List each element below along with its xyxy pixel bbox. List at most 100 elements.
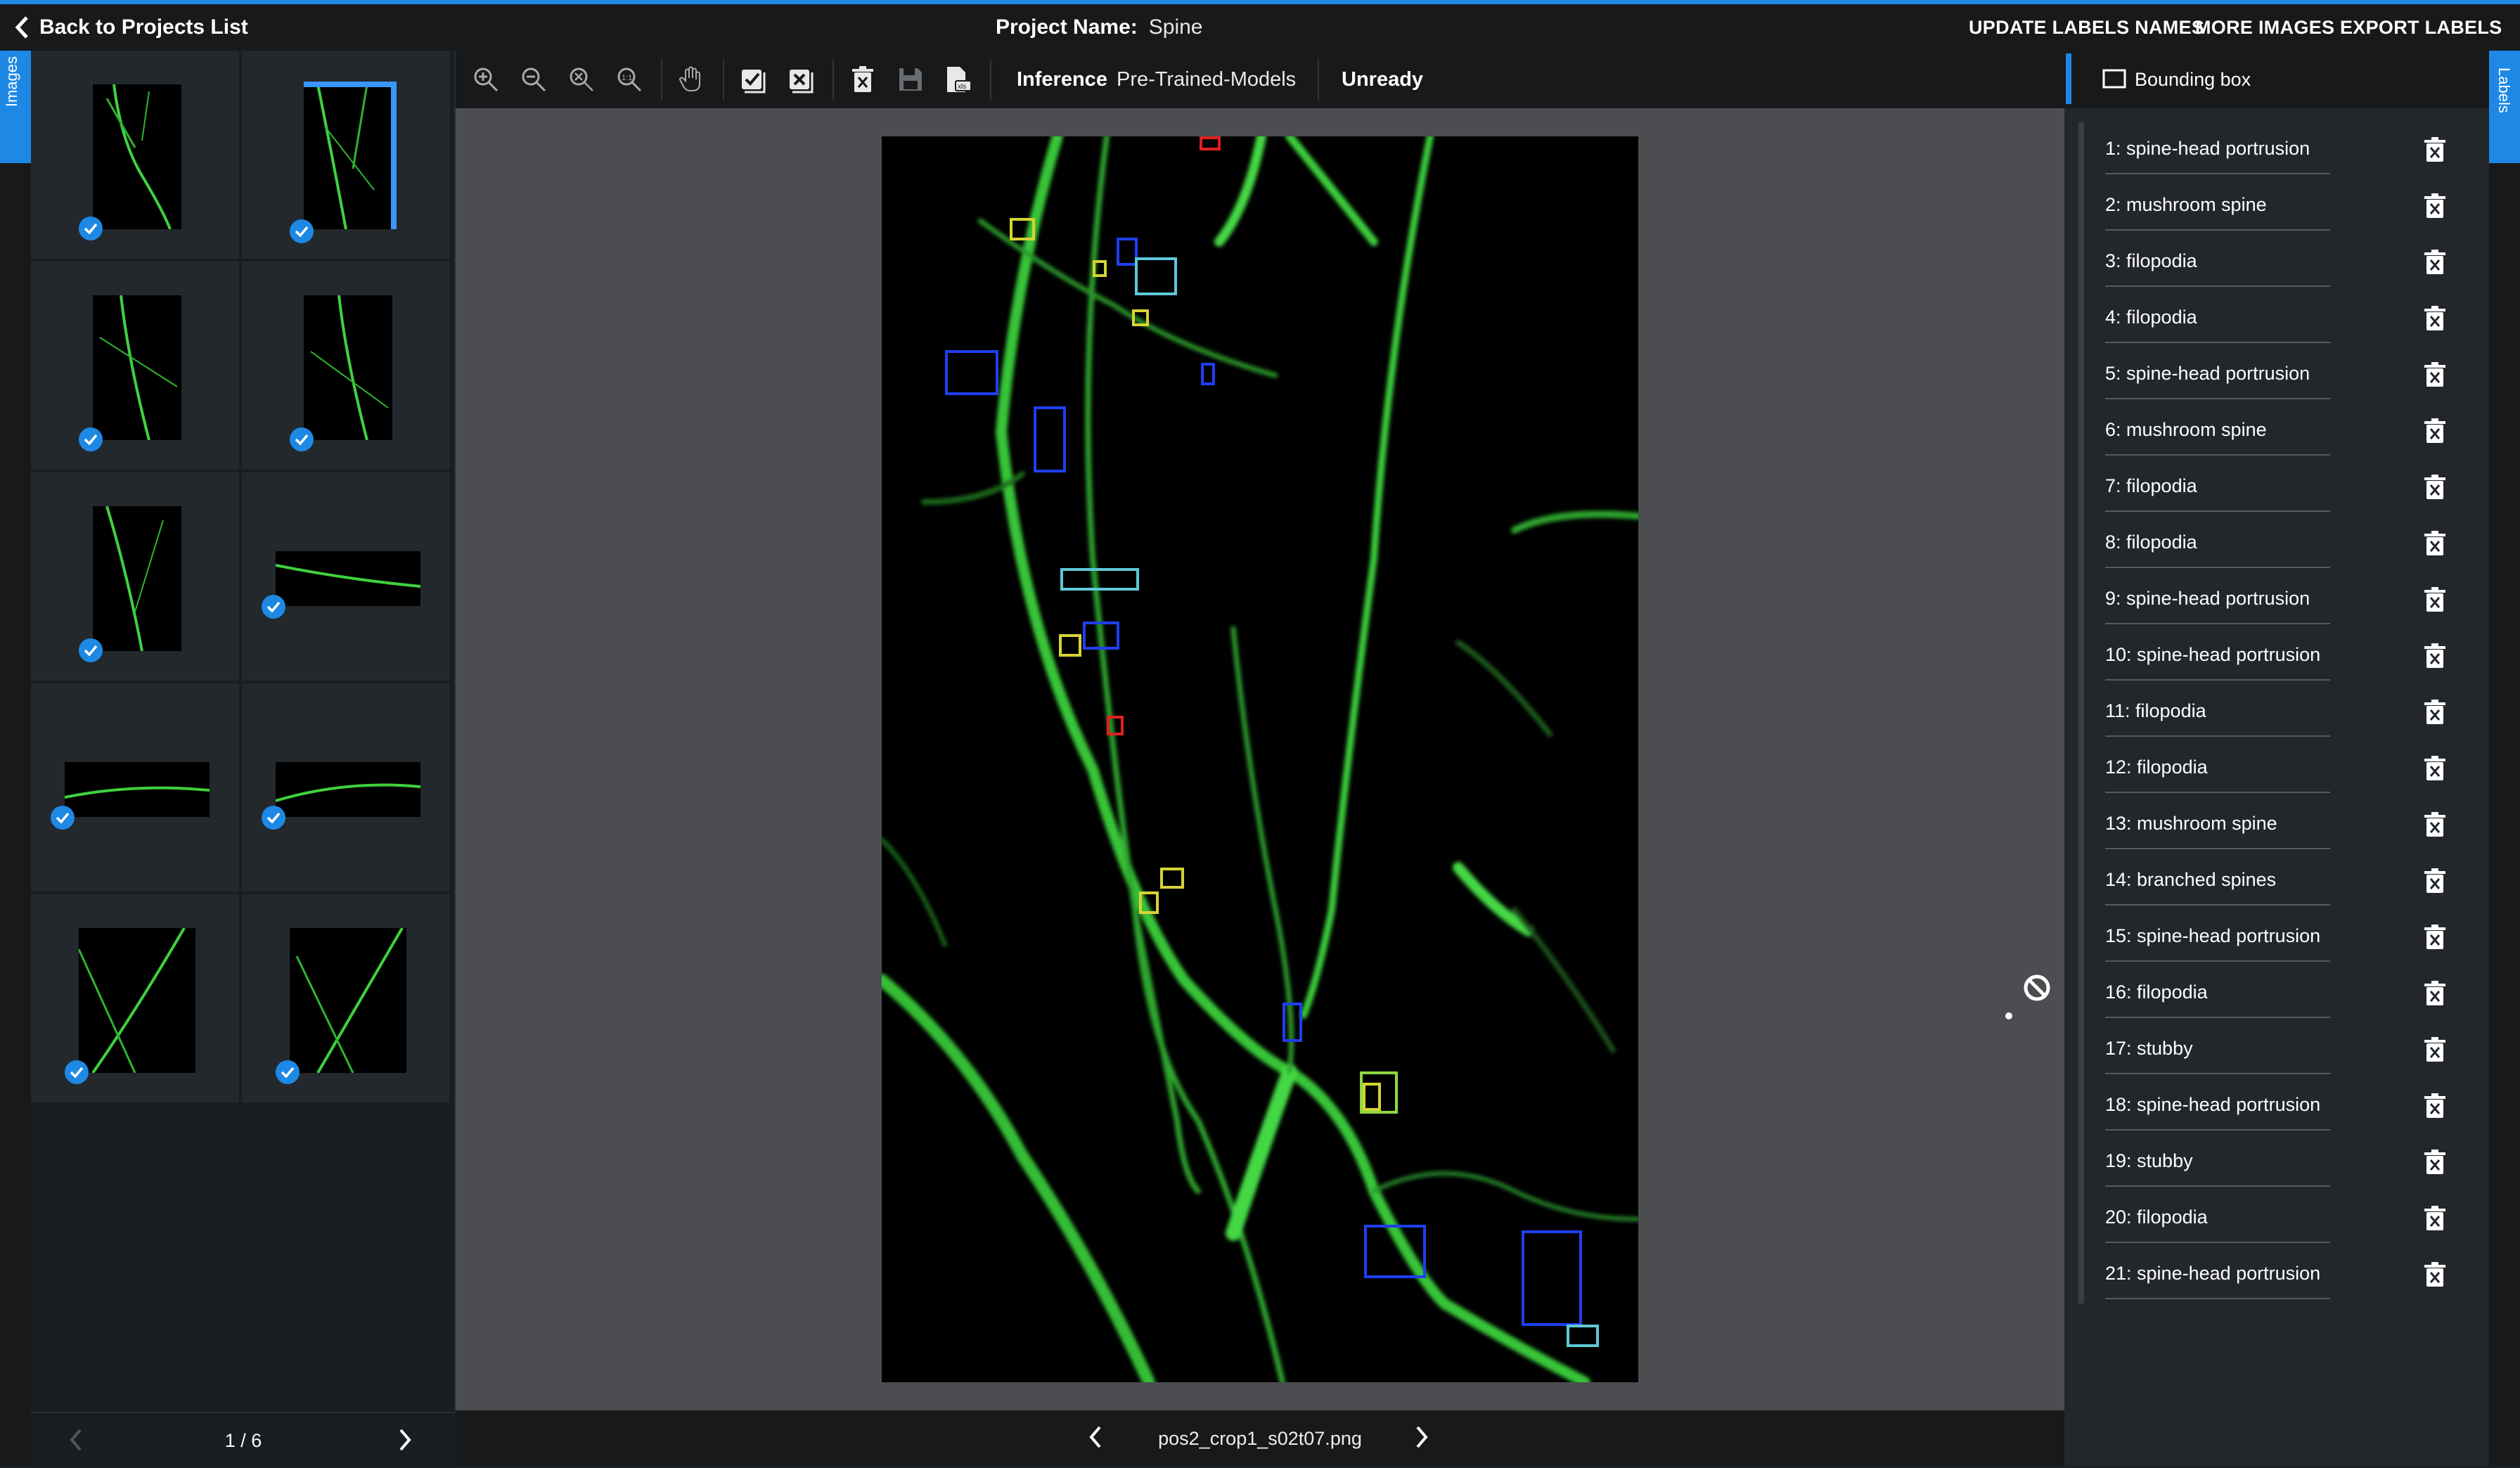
label-item[interactable]: 12: filopodia [2078, 741, 2472, 797]
bbox-yellow[interactable] [1363, 1083, 1381, 1111]
zoom-in-icon[interactable] [470, 63, 502, 96]
bbox-blue[interactable] [1364, 1225, 1426, 1278]
label-item-name[interactable]: 3: filopodia [2105, 235, 2197, 287]
label-item[interactable]: 17: stubby [2078, 1022, 2472, 1079]
thumbnail[interactable] [31, 472, 240, 682]
bbox-blue[interactable] [1034, 406, 1066, 472]
label-item[interactable]: 8: filopodia [2078, 516, 2472, 572]
label-item-name[interactable]: 7: filopodia [2105, 460, 2197, 512]
label-item[interactable]: 20: filopodia [2078, 1191, 2472, 1247]
microscopy-image[interactable] [882, 136, 1638, 1382]
bounding-box-tool[interactable]: Bounding box [2064, 51, 2489, 108]
delete-label-icon[interactable] [2423, 1205, 2447, 1232]
label-item-name[interactable]: 9: spine-head portrusion [2105, 572, 2310, 624]
bbox-cyan[interactable] [1060, 568, 1139, 591]
thumbnail[interactable] [242, 262, 451, 471]
label-item[interactable]: 5: spine-head portrusion [2078, 347, 2472, 404]
delete-label-icon[interactable] [2423, 136, 2447, 163]
delete-label-icon[interactable] [2423, 474, 2447, 501]
label-item[interactable]: 13: mushroom spine [2078, 797, 2472, 854]
bbox-blue[interactable] [1201, 363, 1215, 385]
bbox-cyan[interactable] [1567, 1325, 1599, 1347]
label-item[interactable]: 10: spine-head portrusion [2078, 629, 2472, 685]
label-item-name[interactable]: 18: spine-head portrusion [2105, 1079, 2320, 1131]
images-tab[interactable]: Images [0, 51, 31, 163]
thumbnail[interactable] [31, 894, 240, 1104]
update-labels-names-button[interactable]: UPDATE LABELS NAMES [1969, 4, 2204, 51]
check-icon[interactable] [737, 63, 769, 96]
label-item[interactable]: 2: mushroom spine [2078, 179, 2472, 235]
more-images-button[interactable]: MORE IMAGES [2195, 4, 2334, 51]
label-item-name[interactable]: 12: filopodia [2105, 741, 2208, 793]
bbox-yellow[interactable] [1160, 868, 1184, 889]
delete-label-icon[interactable] [2423, 980, 2447, 1007]
delete-label-icon[interactable] [2423, 1149, 2447, 1176]
zoom-out-icon[interactable] [518, 63, 550, 96]
label-item-name[interactable]: 19: stubby [2105, 1135, 2193, 1187]
thumbnail[interactable] [242, 894, 451, 1104]
label-item-name[interactable]: 20: filopodia [2105, 1191, 2208, 1243]
label-item[interactable]: 7: filopodia [2078, 460, 2472, 516]
label-item-name[interactable]: 10: spine-head portrusion [2105, 629, 2320, 681]
bbox-red[interactable] [1200, 136, 1221, 150]
delete-label-icon[interactable] [2423, 755, 2447, 782]
label-item-name[interactable]: 8: filopodia [2105, 516, 2197, 568]
back-to-projects-button[interactable]: Back to Projects List [14, 4, 248, 51]
label-item-name[interactable]: 16: filopodia [2105, 966, 2208, 1018]
delete-label-icon[interactable] [2423, 418, 2447, 444]
bbox-yellow[interactable] [1059, 634, 1081, 657]
pan-hand-icon[interactable] [675, 63, 707, 96]
delete-label-icon[interactable] [2423, 193, 2447, 219]
delete-label-icon[interactable] [2423, 361, 2447, 388]
thumbnail[interactable] [242, 472, 451, 682]
label-item-name[interactable]: 13: mushroom spine [2105, 797, 2277, 849]
delete-label-icon[interactable] [2423, 1036, 2447, 1063]
export-labels-button[interactable]: EXPORT LABELS [2340, 4, 2502, 51]
label-item[interactable]: 9: spine-head portrusion [2078, 572, 2472, 629]
delete-label-icon[interactable] [2423, 868, 2447, 894]
label-item[interactable]: 1: spine-head portrusion [2078, 122, 2472, 179]
label-item[interactable]: 6: mushroom spine [2078, 404, 2472, 460]
thumbnail[interactable] [31, 262, 240, 471]
label-item-name[interactable]: 6: mushroom spine [2105, 404, 2267, 456]
bbox-red[interactable] [1107, 716, 1124, 735]
label-item[interactable]: 21: spine-head portrusion [2078, 1247, 2472, 1303]
label-item-name[interactable]: 15: spine-head portrusion [2105, 910, 2320, 962]
delete-icon[interactable] [847, 63, 879, 96]
thumbnail[interactable] [31, 51, 240, 260]
thumbnail[interactable] [242, 683, 451, 893]
label-item[interactable]: 11: filopodia [2078, 685, 2472, 741]
bbox-spine-head-portrusion[interactable] [1010, 218, 1035, 240]
file-icon[interactable]: xls [942, 63, 975, 96]
label-item-name[interactable]: 5: spine-head portrusion [2105, 347, 2310, 399]
thumbnail-selected[interactable] [242, 51, 451, 260]
label-item[interactable]: 19: stubby [2078, 1135, 2472, 1191]
delete-label-icon[interactable] [2423, 249, 2447, 276]
next-image-button[interactable] [1413, 1424, 1430, 1453]
bbox-yellow[interactable] [1093, 260, 1107, 277]
bbox-yellow[interactable] [1132, 309, 1149, 326]
save-icon[interactable] [894, 63, 927, 96]
label-item-name[interactable]: 11: filopodia [2105, 685, 2206, 737]
label-item[interactable]: 16: filopodia [2078, 966, 2472, 1022]
gallery-next-button[interactable] [397, 1427, 413, 1456]
thumbnail[interactable] [31, 683, 240, 893]
delete-label-icon[interactable] [2423, 643, 2447, 669]
bbox-blue[interactable] [1083, 622, 1119, 650]
zoom-actual-icon[interactable]: 1:1 [613, 63, 645, 96]
bbox-blue[interactable] [1282, 1003, 1302, 1042]
label-item[interactable]: 15: spine-head portrusion [2078, 910, 2472, 966]
label-item-name[interactable]: 14: branched spines [2105, 854, 2276, 906]
uncheck-icon[interactable] [785, 63, 817, 96]
label-item-name[interactable]: 4: filopodia [2105, 291, 2197, 343]
label-item-name[interactable]: 17: stubby [2105, 1022, 2193, 1074]
bbox-cyan[interactable] [1135, 257, 1177, 295]
inference-button[interactable]: Inference [1017, 51, 1107, 108]
label-item[interactable]: 3: filopodia [2078, 235, 2472, 291]
pre-trained-models-button[interactable]: Pre-Trained-Models [1117, 51, 1296, 108]
label-item-name[interactable]: 21: spine-head portrusion [2105, 1247, 2320, 1299]
delete-label-icon[interactable] [2423, 1261, 2447, 1288]
bbox-yellow[interactable] [1139, 891, 1159, 914]
label-item-name[interactable]: 2: mushroom spine [2105, 179, 2267, 231]
label-item-name[interactable]: 1: spine-head portrusion [2105, 122, 2310, 174]
